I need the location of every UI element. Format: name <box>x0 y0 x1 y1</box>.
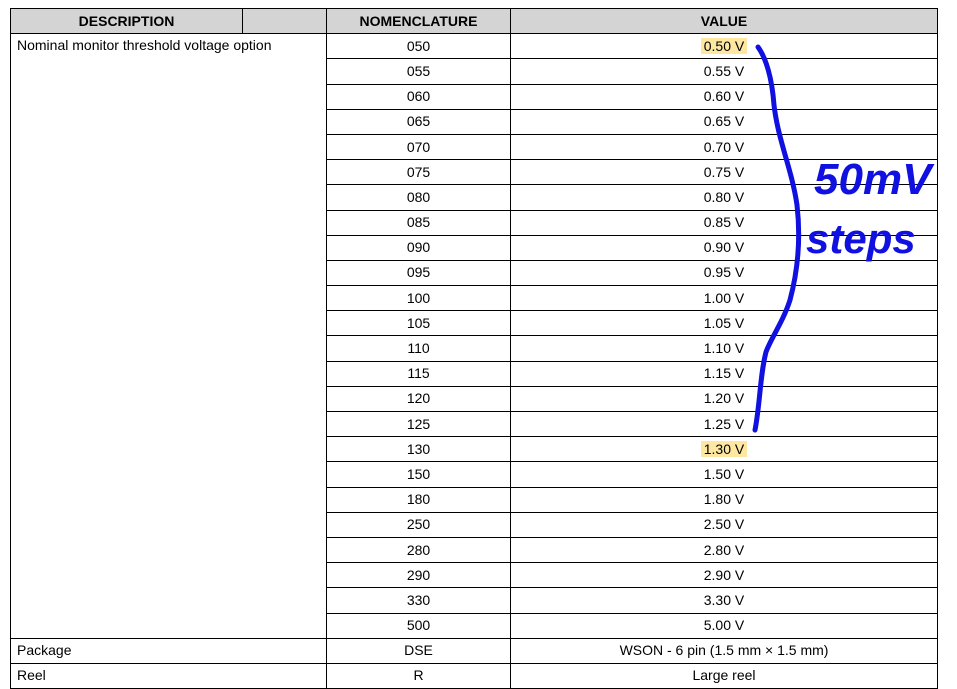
reel-description-cell: Reel <box>10 662 327 689</box>
table-body: Nominal monitor threshold voltage option… <box>10 33 938 689</box>
table-header-row: DESCRIPTION NOMENCLATURE VALUE <box>10 7 938 35</box>
value-cell: 1.10 V <box>510 335 938 362</box>
header-value: VALUE <box>510 7 938 35</box>
datasheet-table-view: DESCRIPTION NOMENCLATURE VALUE Nominal m… <box>0 0 957 689</box>
package-row: Package DSE WSON - 6 pin (1.5 mm × 1.5 mm) <box>10 637 938 664</box>
nomenclature-cell: 250 <box>326 511 511 538</box>
nomenclature-cell: 500 <box>326 612 511 639</box>
package-nomenclature-cell: DSE <box>326 637 511 664</box>
value-cell: 0.70 V <box>510 133 938 161</box>
highlighted-value: 1.30 V <box>700 440 748 457</box>
nomenclature-cell: 115 <box>326 360 511 387</box>
nomenclature-cell: 110 <box>326 335 511 362</box>
value-cell: 1.05 V <box>510 310 938 337</box>
header-spacer <box>242 7 327 35</box>
nomenclature-cell: 060 <box>326 83 511 110</box>
nomenclature-cell: 080 <box>326 184 511 211</box>
value-cell: 1.80 V <box>510 486 938 513</box>
value-cell: 1.20 V <box>510 385 938 413</box>
value-cell: 1.50 V <box>510 461 938 488</box>
value-cell: 3.30 V <box>510 587 938 614</box>
value-cell: 0.75 V <box>510 159 938 186</box>
nomenclature-cell: 065 <box>326 108 511 135</box>
package-value-cell: WSON - 6 pin (1.5 mm × 1.5 mm) <box>510 637 938 664</box>
value-cell: 0.85 V <box>510 209 938 236</box>
nomenclature-cell: 105 <box>326 310 511 337</box>
nomenclature-cell: 280 <box>326 536 511 564</box>
value-cell: 0.90 V <box>510 234 938 261</box>
highlighted-value: 0.50 V <box>700 37 748 54</box>
table-row: Nominal monitor threshold voltage option… <box>10 33 938 639</box>
nomenclature-cell: 130 <box>326 436 511 463</box>
nomenclature-cell: 075 <box>326 159 511 186</box>
value-cell: 0.60 V <box>510 83 938 110</box>
nomenclature-cell: 290 <box>326 562 511 589</box>
nomenclature-cell: 055 <box>326 58 511 85</box>
value-cell: 0.55 V <box>510 58 938 85</box>
header-description: DESCRIPTION <box>10 7 243 35</box>
value-cell: 0.95 V <box>510 259 938 287</box>
nomenclature-cell: 070 <box>326 133 511 161</box>
nomenclature-cell: 100 <box>326 285 511 312</box>
nomenclature-cell: 150 <box>326 461 511 488</box>
nomenclature-cell: 125 <box>326 410 511 438</box>
value-cell: 5.00 V <box>510 612 938 639</box>
value-cell: 1.25 V <box>510 410 938 438</box>
value-cell: 0.80 V <box>510 184 938 211</box>
nomenclature-cell: 095 <box>326 259 511 287</box>
nomenclature-cell: 120 <box>326 385 511 413</box>
reel-nomenclature-cell: R <box>326 662 511 689</box>
value-cell: 2.50 V <box>510 511 938 538</box>
value-cell: 2.90 V <box>510 562 938 589</box>
reel-value-cell: Large reel <box>510 662 938 689</box>
value-cell: 2.80 V <box>510 536 938 564</box>
threshold-description-cell: Nominal monitor threshold voltage option <box>10 33 327 639</box>
value-cell: 1.15 V <box>510 360 938 387</box>
reel-row: Reel R Large reel <box>10 662 938 689</box>
nomenclature-cell: 085 <box>326 209 511 236</box>
nomenclature-cell: 330 <box>326 587 511 614</box>
value-cell: 1.30 V <box>510 436 938 463</box>
value-cell: 1.00 V <box>510 285 938 312</box>
package-description-cell: Package <box>10 637 327 664</box>
nomenclature-cell: 050 <box>326 33 511 60</box>
device-nomenclature-table: DESCRIPTION NOMENCLATURE VALUE Nominal m… <box>10 7 938 689</box>
value-cell: 0.50 V <box>510 33 938 60</box>
header-nomenclature: NOMENCLATURE <box>326 7 511 35</box>
nomenclature-cell: 090 <box>326 234 511 261</box>
nomenclature-cell: 180 <box>326 486 511 513</box>
value-cell: 0.65 V <box>510 108 938 135</box>
